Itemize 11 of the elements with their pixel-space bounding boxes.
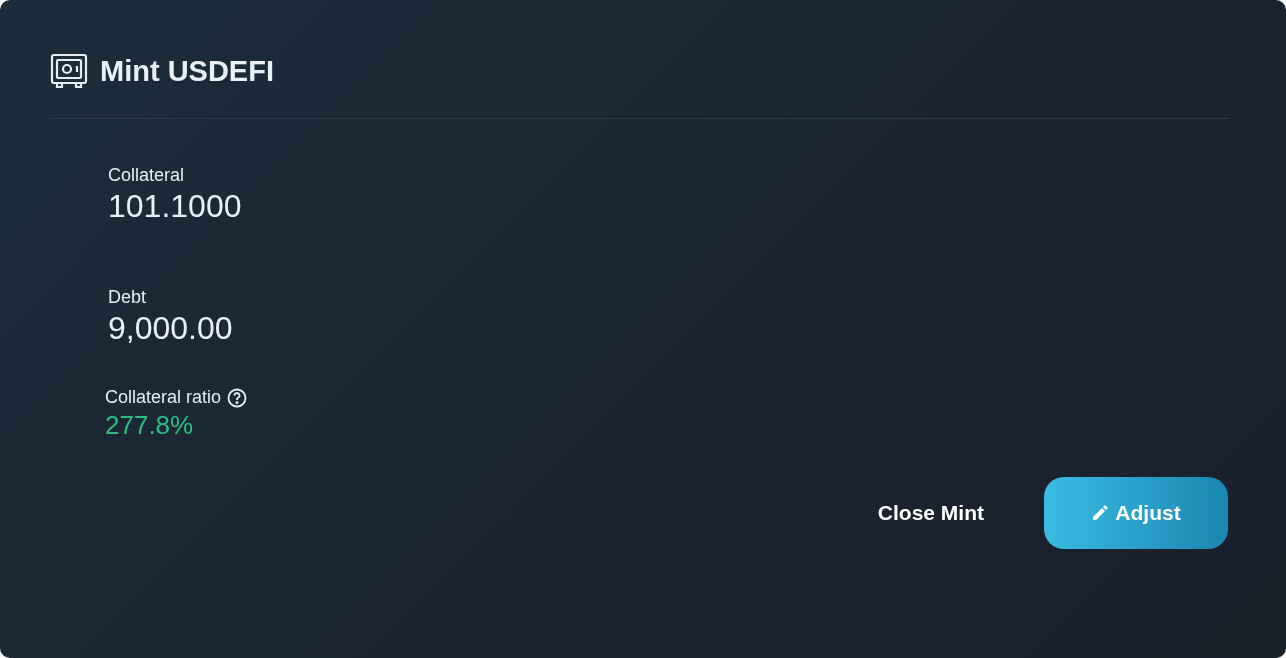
stat-label: Collateral	[108, 165, 185, 186]
pencil-icon	[1091, 504, 1110, 522]
stat-label: Collateral ratio	[105, 387, 222, 408]
help-icon[interactable]	[227, 387, 248, 408]
close-button[interactable]: Close Mint	[877, 493, 984, 533]
stat-value: 101.1000	[108, 188, 243, 225]
card-title: Mint USDEFI	[100, 54, 274, 88]
safe-icon	[50, 52, 88, 90]
stat-value: 9,000.00	[108, 310, 234, 347]
stat-value: 277.8%	[105, 410, 195, 441]
stat-label: Debt	[108, 287, 147, 308]
